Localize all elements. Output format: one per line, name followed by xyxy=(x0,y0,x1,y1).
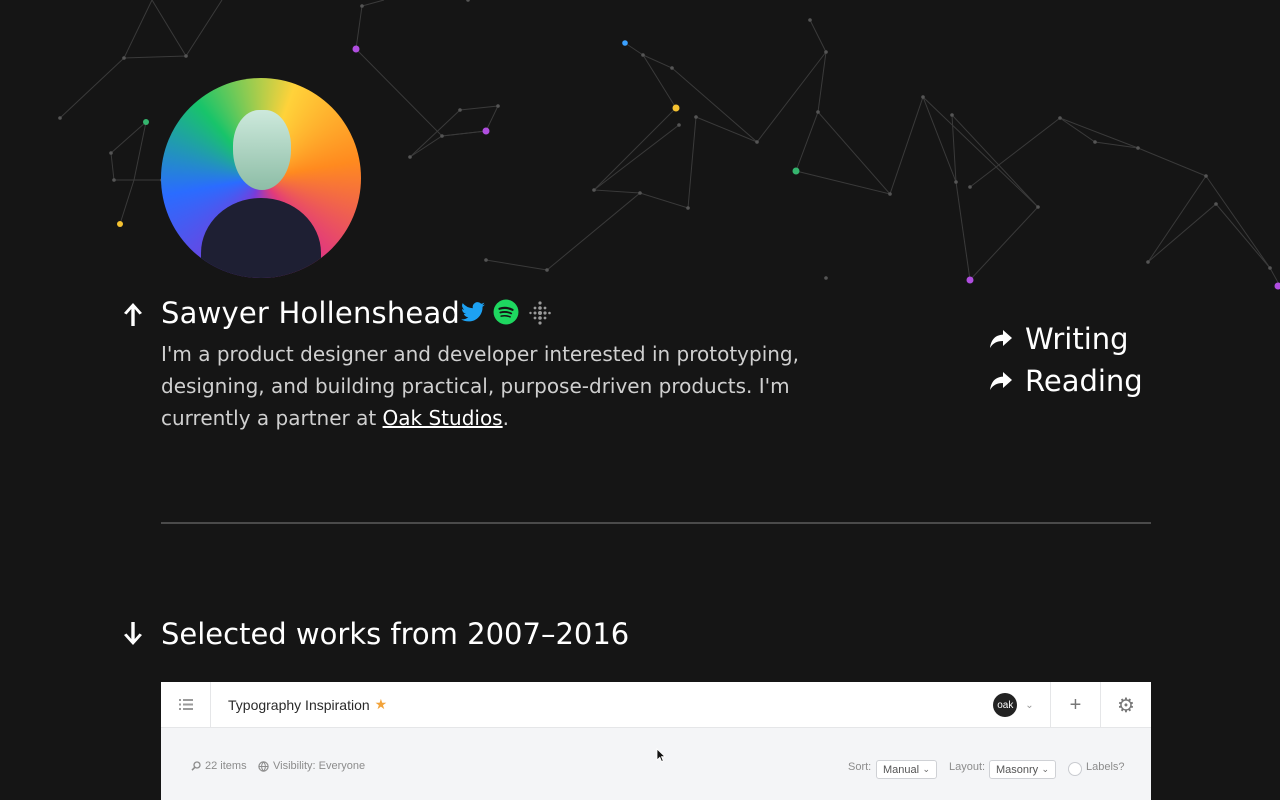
app-toolbar: Typography Inspiration ★ oak ⌄ + ⚙ xyxy=(161,682,1151,728)
spotify-icon[interactable] xyxy=(493,299,519,325)
star-icon[interactable]: ★ xyxy=(375,696,388,713)
twitter-icon[interactable] xyxy=(460,299,486,325)
search-icon xyxy=(191,761,201,771)
arrow-down-icon xyxy=(124,622,142,645)
visibility-status: Visibility: Everyone xyxy=(258,760,365,772)
sort-label: Sort: xyxy=(848,761,872,773)
layout-select[interactable]: Masonry ⌄ xyxy=(989,760,1056,779)
labels-label: Labels? xyxy=(1086,761,1125,773)
collection-title: Typography Inspiration xyxy=(228,696,370,713)
fitbit-icon[interactable] xyxy=(527,299,553,325)
profile-name: Sawyer Hollenshead xyxy=(161,296,461,330)
arrow-up-icon xyxy=(124,303,142,326)
items-count: 22 items xyxy=(191,760,247,772)
nav-link-writing[interactable]: Writing xyxy=(988,318,1143,360)
secondary-nav: Writing Reading xyxy=(988,318,1143,402)
labels-toggle[interactable] xyxy=(1068,762,1082,776)
mouse-cursor-icon xyxy=(656,748,666,763)
nav-link-reading[interactable]: Reading xyxy=(988,360,1143,402)
oak-studios-link[interactable]: Oak Studios xyxy=(383,406,503,430)
sort-select[interactable]: Manual ⌄ xyxy=(876,760,937,779)
account-switcher[interactable]: oak ⌄ xyxy=(977,682,1051,728)
section-divider xyxy=(161,522,1151,524)
work-preview-screenshot[interactable]: Typography Inspiration ★ oak ⌄ + ⚙ 22 it… xyxy=(161,682,1151,800)
profile-bio: I'm a product designer and developer int… xyxy=(161,342,799,430)
nav-link-label: Writing xyxy=(1025,322,1129,356)
share-arrow-icon xyxy=(990,372,1012,390)
profile-avatar xyxy=(161,78,361,278)
globe-icon xyxy=(258,760,269,772)
nav-link-label: Reading xyxy=(1025,364,1143,398)
chevron-down-icon: ⌄ xyxy=(1025,699,1034,711)
list-menu-icon[interactable] xyxy=(161,682,211,728)
works-section-title: Selected works from 2007–2016 xyxy=(161,617,630,651)
account-avatar: oak xyxy=(993,693,1018,717)
share-arrow-icon xyxy=(990,330,1012,348)
layout-label: Layout: xyxy=(949,761,986,773)
add-icon[interactable]: + xyxy=(1051,682,1101,728)
chevron-down-icon: ⌄ xyxy=(922,764,930,774)
chevron-down-icon: ⌄ xyxy=(1041,764,1049,774)
gear-icon[interactable]: ⚙ xyxy=(1101,682,1151,728)
